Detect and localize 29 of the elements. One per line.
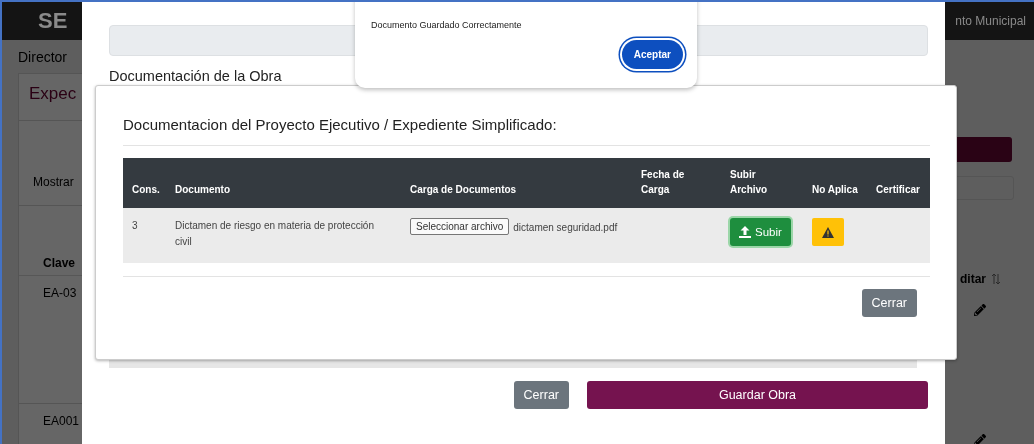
header-title: nto Municipal [955, 14, 1026, 28]
add-button[interactable] [954, 137, 1012, 162]
close-button[interactable]: Cerrar [861, 289, 917, 317]
column-header: Cons. [123, 158, 166, 208]
table-cell: Dictamen de riesgo en materia de protección civil [166, 208, 401, 263]
column-header: Documento [166, 158, 401, 208]
pencil-icon[interactable] [974, 304, 986, 316]
save-button[interactable]: Guardar Obra [587, 381, 928, 409]
logo-text: SE [38, 8, 68, 34]
close-button[interactable]: Cerrar [513, 381, 569, 409]
inner-modal-title: Documentacion del Proyecto Ejecutivo / Expediente Simplificado: [123, 116, 930, 146]
column-header: Certificar [867, 158, 930, 208]
upload-icon [739, 226, 751, 238]
table-cell: 3 [123, 208, 166, 263]
accept-button[interactable]: Aceptar [621, 40, 683, 69]
warning-icon [822, 226, 834, 238]
file-button[interactable]: Seleccionar archivo [410, 218, 510, 235]
column-header: ditar [960, 272, 986, 286]
column-header: Carga de Documentos [401, 158, 632, 208]
file-name: dictamen seguridad.pdf [513, 221, 618, 235]
column-header: No Aplica [803, 158, 867, 208]
not-applicable-button[interactable] [812, 218, 844, 246]
upload-button[interactable]: Subir [730, 218, 791, 246]
column-header: Fecha de Carga [632, 158, 721, 208]
alert-message: Documento Guardado Correctamente [371, 20, 523, 30]
modal-title: Documentación de la Obra [109, 68, 283, 84]
breadcrumb: Director [18, 49, 68, 65]
column-header: Subir Archivo [721, 158, 803, 208]
pencil-icon[interactable] [974, 434, 986, 444]
